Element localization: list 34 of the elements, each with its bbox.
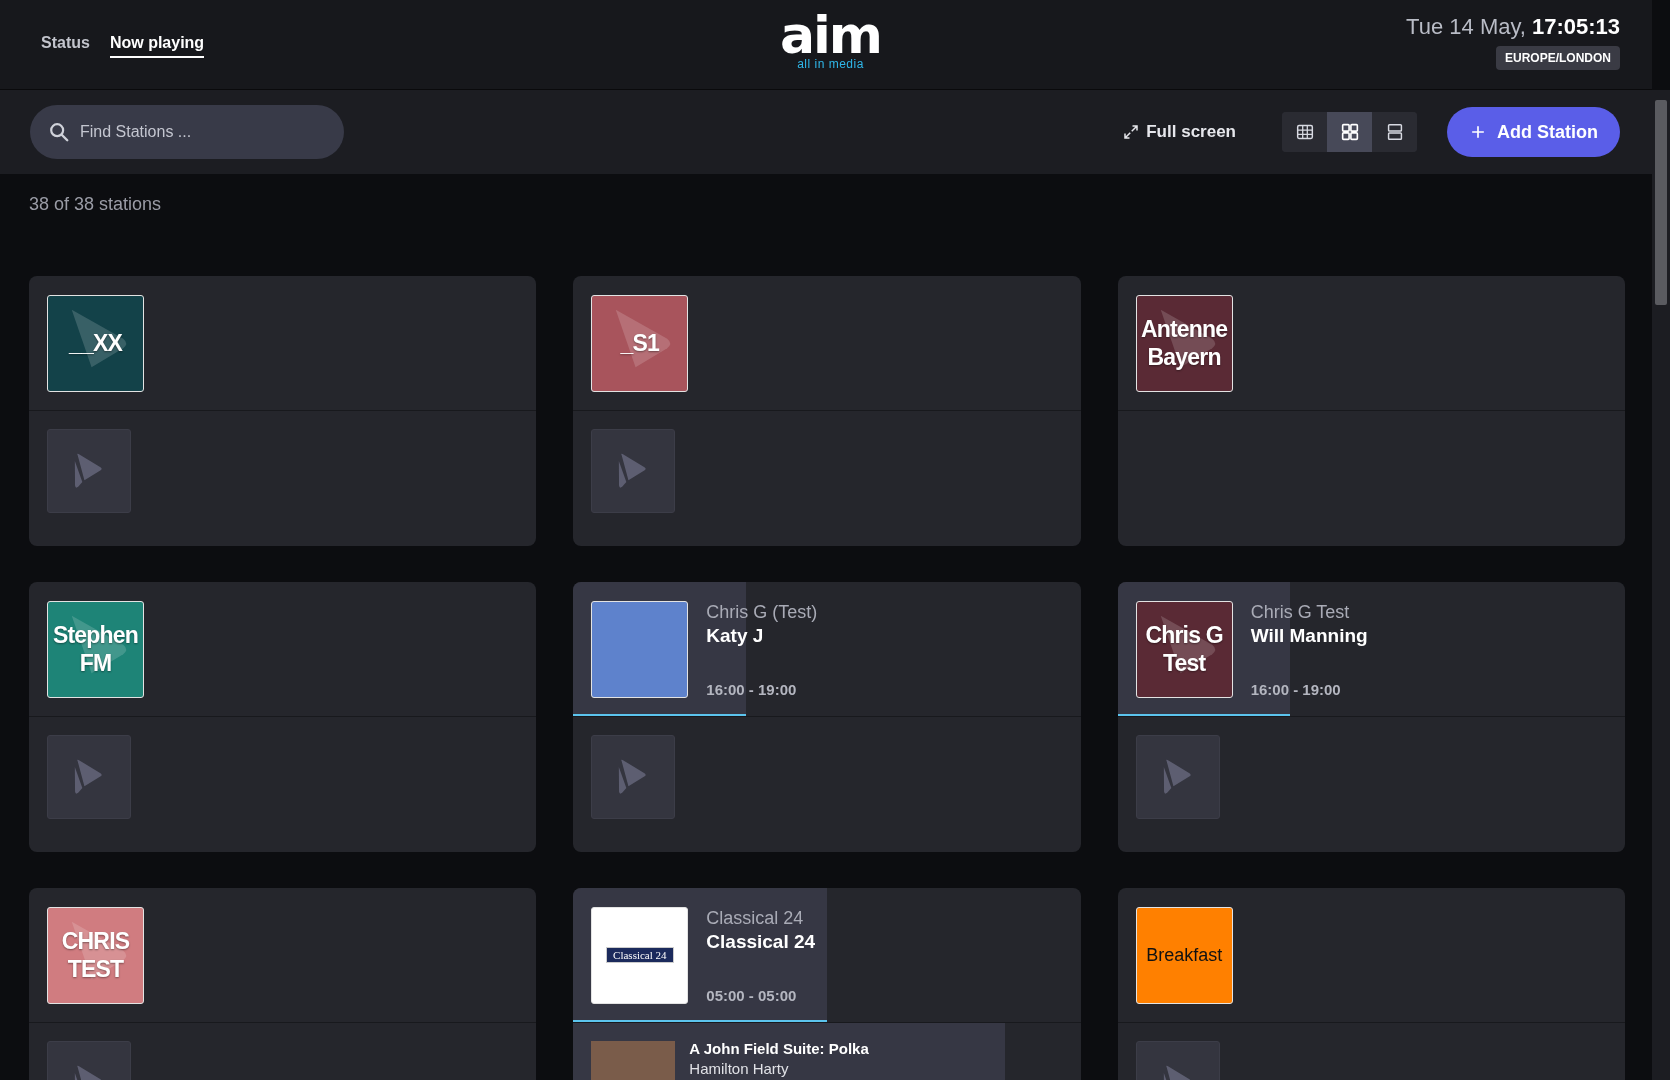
- nav-tab[interactable]: Status: [41, 31, 90, 58]
- nav-tab[interactable]: Now playing: [109, 31, 205, 58]
- expand-icon: [1122, 123, 1141, 141]
- search-field[interactable]: Find Stations ...: [30, 105, 344, 159]
- station-logo: Chris G Test: [1135, 600, 1233, 698]
- station-logo: Breakfast: [1135, 906, 1233, 1004]
- date-text: Tue 14 May,: [1406, 13, 1526, 40]
- show-time: 16:00 - 19:00: [1250, 680, 1342, 698]
- add-station-button[interactable]: Add Station: [1447, 107, 1620, 157]
- station-name: Chris G Test: [1250, 600, 1351, 623]
- station-logo: Stephen FM: [47, 600, 144, 698]
- show-time: 16:00 - 19:00: [706, 680, 798, 698]
- time-text: 17:05:13: [1531, 13, 1620, 40]
- show-title: Classical 24: [706, 929, 816, 954]
- grid-view-button[interactable]: [1327, 112, 1372, 152]
- station-logo: CHRIS TEST: [47, 906, 144, 1004]
- station-logo: __XX: [47, 294, 144, 392]
- plus-icon: [1469, 123, 1487, 141]
- station-logo: Antenne Bayern: [1135, 294, 1233, 392]
- brand-logo: aim: [779, 14, 882, 56]
- station-name: Chris G (Test): [706, 600, 818, 623]
- show-time: 05:00 - 05:00: [706, 986, 798, 1004]
- scrollbar[interactable]: [1652, 90, 1670, 1080]
- brand-tagline: all in media: [797, 58, 864, 71]
- station-logo: Classical 24: [591, 906, 689, 1004]
- show-title: Will Manning: [1250, 623, 1368, 648]
- show-title: Katy J: [706, 623, 765, 648]
- station-logo: _S1: [591, 294, 689, 392]
- full-screen-button[interactable]: Full screen: [1116, 116, 1242, 148]
- track-title: A John Field Suite: Polka: [689, 1039, 869, 1059]
- track-artist: Hamilton Harty: [689, 1059, 790, 1079]
- station-count: 38 of 38 stations: [29, 194, 163, 216]
- timezone-badge: EUROPE/LONDON: [1496, 45, 1620, 70]
- station-name: Classical 24: [706, 906, 805, 929]
